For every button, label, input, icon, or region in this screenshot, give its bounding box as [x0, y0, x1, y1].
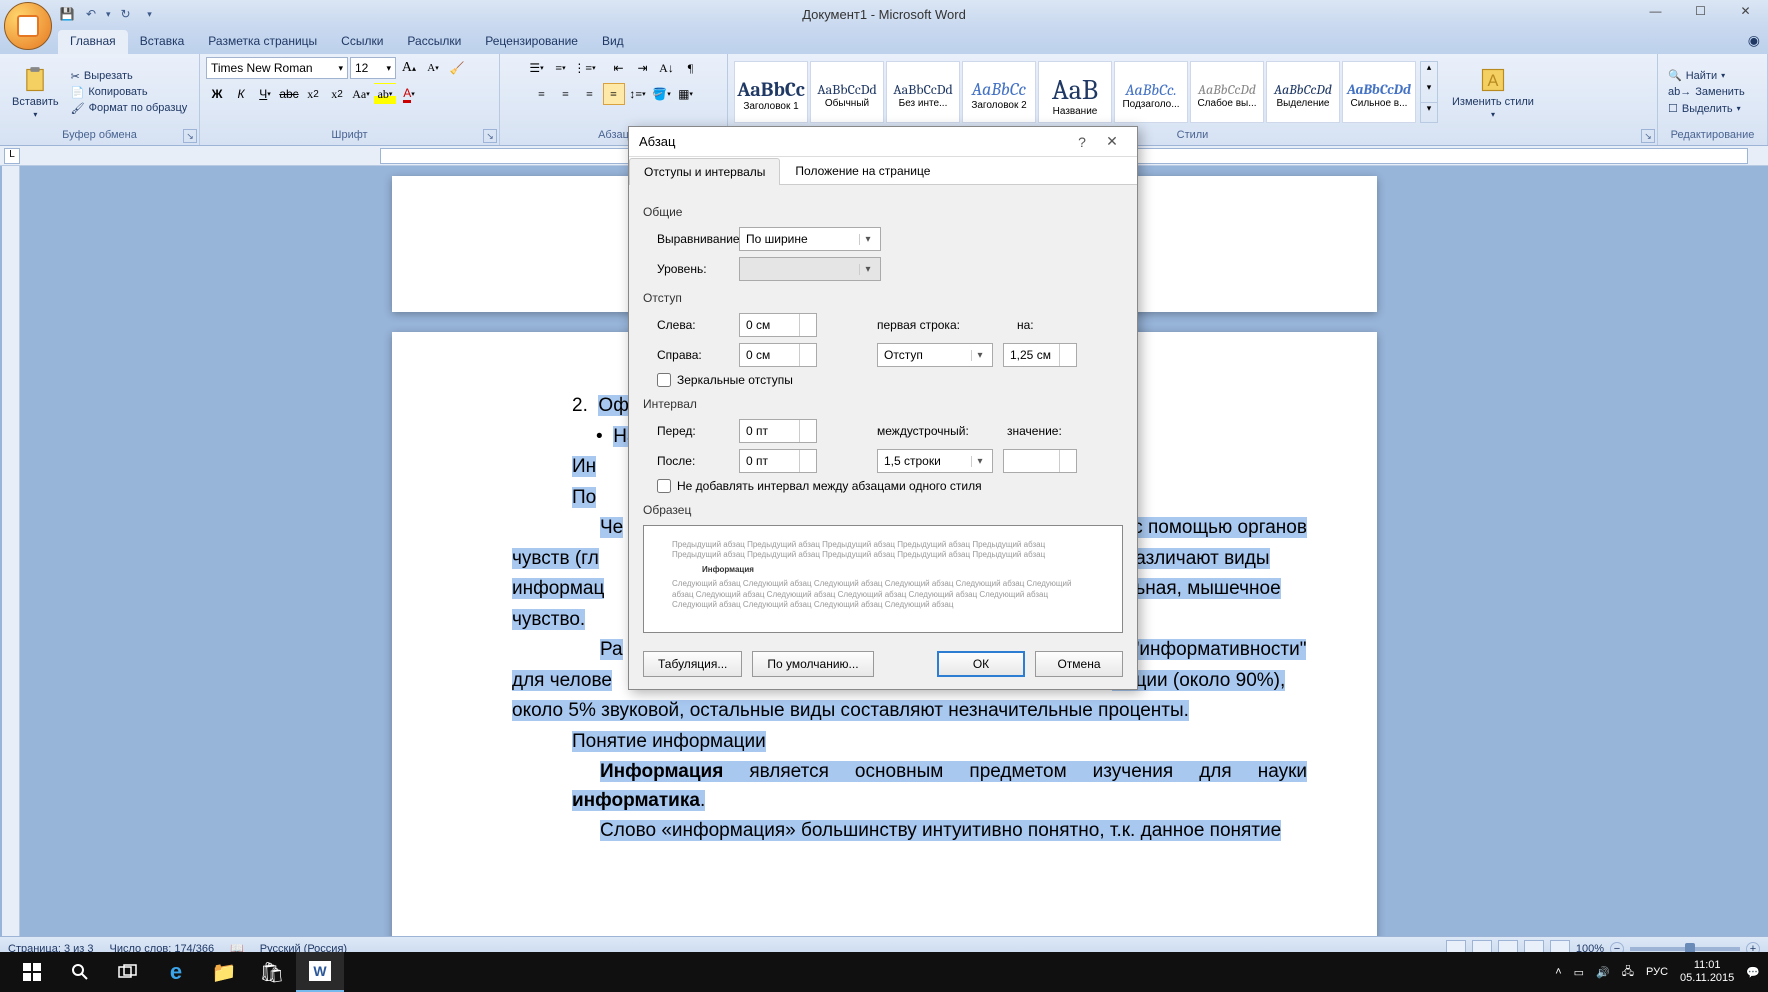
dialog-help-button[interactable]: ?: [1067, 134, 1097, 150]
cancel-button[interactable]: Отмена: [1035, 651, 1123, 677]
level-combo[interactable]: [739, 257, 881, 281]
alignment-combo[interactable]: По ширине: [739, 227, 881, 251]
after-spinner[interactable]: 0 пт▴▾: [739, 449, 817, 473]
mirror-indents-check[interactable]: Зеркальные отступы: [643, 373, 1123, 387]
alignment-label: Выравнивание:: [643, 232, 739, 246]
dialog-tab-indents[interactable]: Отступы и интервалы: [629, 158, 780, 185]
preview-box: Предыдущий абзац Предыдущий абзац Предыд…: [643, 525, 1123, 633]
level-label: Уровень:: [643, 262, 739, 276]
dialog-tab-pagination[interactable]: Положение на странице: [780, 157, 945, 184]
line-spacing-combo[interactable]: 1,5 строки: [877, 449, 993, 473]
by-label: на:: [1017, 318, 1034, 332]
section-general: Общие: [643, 205, 1123, 219]
after-label: После:: [643, 454, 739, 468]
dialog-titlebar[interactable]: Абзац ? ✕: [629, 127, 1137, 157]
indent-right-spinner[interactable]: 0 см▴▾: [739, 343, 817, 367]
indent-left-spinner[interactable]: 0 см▴▾: [739, 313, 817, 337]
before-label: Перед:: [643, 424, 739, 438]
indent-right-label: Справа:: [643, 348, 739, 362]
paragraph-dialog: Абзац ? ✕ Отступы и интервалы Положение …: [628, 126, 1138, 690]
tabs-button[interactable]: Табуляция...: [643, 651, 742, 677]
nospace-check[interactable]: Не добавлять интервал между абзацами одн…: [643, 479, 1123, 493]
dialog-overlay: Абзац ? ✕ Отступы и интервалы Положение …: [0, 0, 1768, 992]
section-indent: Отступ: [643, 291, 1123, 305]
section-preview: Образец: [643, 503, 1123, 517]
default-button[interactable]: По умолчанию...: [752, 651, 873, 677]
ok-button[interactable]: ОК: [937, 651, 1025, 677]
indent-left-label: Слева:: [643, 318, 739, 332]
firstline-label: первая строка:: [877, 318, 997, 332]
at-label: значение:: [1007, 424, 1062, 438]
by-spinner[interactable]: 1,25 см▴▾: [1003, 343, 1077, 367]
dialog-close-button[interactable]: ✕: [1097, 133, 1127, 150]
dialog-title: Абзац: [639, 134, 1067, 149]
mirror-indents-checkbox[interactable]: [657, 373, 671, 387]
line-spacing-label: междустрочный:: [877, 424, 997, 438]
before-spinner[interactable]: 0 пт▴▾: [739, 419, 817, 443]
nospace-checkbox[interactable]: [657, 479, 671, 493]
firstline-combo[interactable]: Отступ: [877, 343, 993, 367]
section-spacing: Интервал: [643, 397, 1123, 411]
at-spinner[interactable]: ▴▾: [1003, 449, 1077, 473]
